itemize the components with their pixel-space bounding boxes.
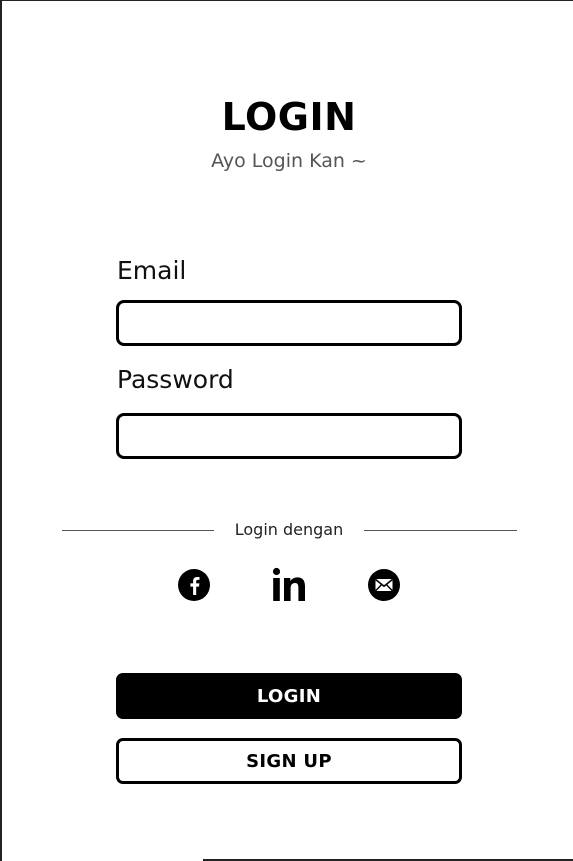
social-login-label: Login dengan [234, 520, 344, 539]
mail-icon[interactable] [367, 568, 401, 602]
password-field[interactable] [116, 413, 462, 459]
divider-left [62, 530, 214, 531]
divider-right [364, 530, 517, 531]
login-button[interactable]: LOGIN [116, 673, 462, 719]
email-field[interactable] [116, 300, 462, 346]
facebook-icon[interactable] [177, 568, 211, 602]
linkedin-icon[interactable] [271, 566, 307, 604]
page-title: LOGIN [221, 95, 357, 139]
email-label: Email [117, 256, 187, 285]
password-label: Password [117, 365, 234, 394]
signup-button[interactable]: SIGN UP [116, 738, 462, 784]
page-subtitle: Ayo Login Kan ~ [211, 150, 367, 172]
